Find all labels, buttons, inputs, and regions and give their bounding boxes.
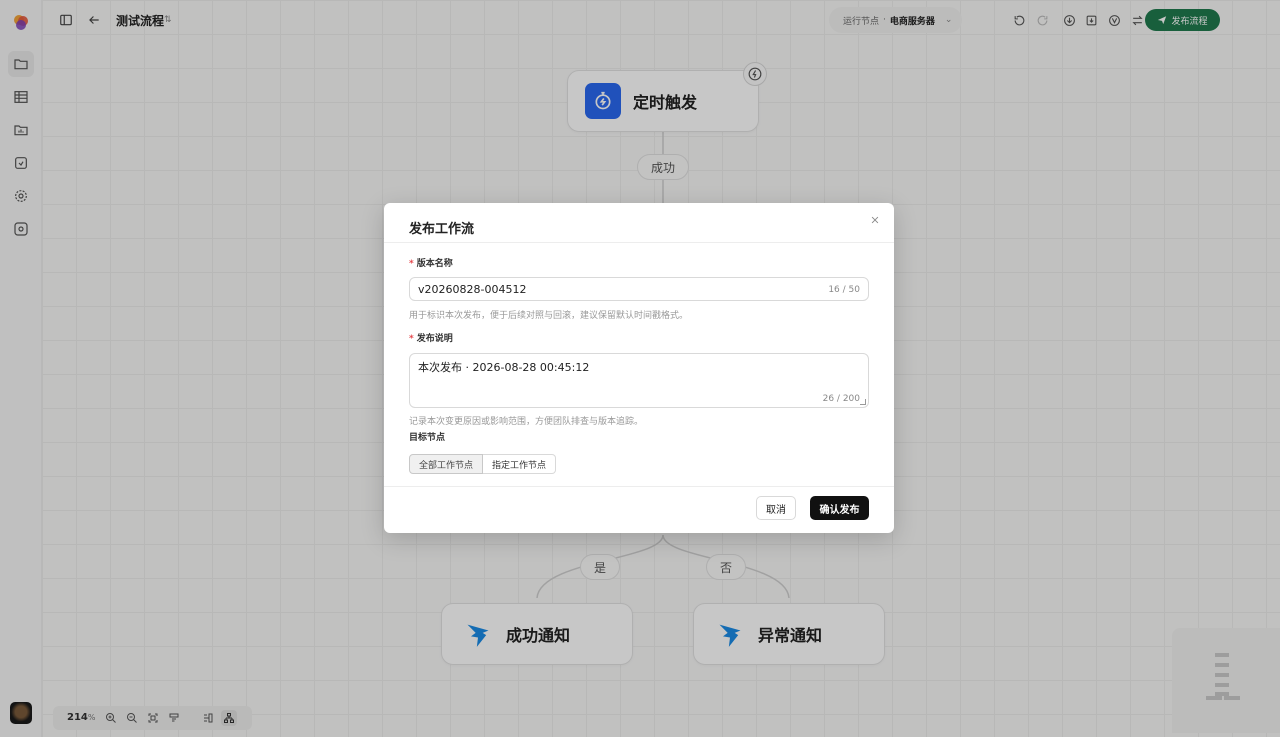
target-option-specific[interactable]: 指定工作节点 [483, 454, 557, 474]
close-icon[interactable] [868, 213, 882, 227]
publish-desc-help: 记录本次变更原因或影响范围，方便团队排查与版本追踪。 [409, 417, 644, 427]
divider [384, 486, 894, 487]
version-name-help: 用于标识本次发布，便于后续对照与回滚，建议保留默认时间戳格式。 [409, 311, 689, 321]
target-node-segmented: 全部工作节点 指定工作节点 [409, 454, 557, 474]
publish-desc-counter: 26 / 200 [822, 394, 860, 404]
resize-handle[interactable] [860, 399, 866, 405]
version-name-label: * 版本名称 [409, 259, 453, 269]
version-name-counter: 16 / 50 [828, 285, 860, 295]
version-name-value: v20260828-004512 [418, 283, 527, 296]
publish-workflow-dialog: 发布工作流 * 版本名称 v20260828-004512 16 / 50 用于标… [384, 203, 894, 533]
cancel-button[interactable]: 取消 [756, 496, 796, 520]
target-node-label: 目标节点 [409, 433, 446, 443]
publish-desc-label: * 发布说明 [409, 334, 453, 344]
target-option-all[interactable]: 全部工作节点 [409, 454, 484, 474]
version-name-input[interactable]: v20260828-004512 16 / 50 [409, 277, 869, 301]
publish-desc-textarea[interactable]: 本次发布 · 2026-08-28 00:45:12 26 / 200 [409, 353, 869, 408]
divider [384, 242, 894, 243]
confirm-publish-button[interactable]: 确认发布 [810, 496, 869, 520]
dialog-title: 发布工作流 [409, 222, 475, 237]
publish-desc-value: 本次发布 · 2026-08-28 00:45:12 [418, 361, 590, 374]
